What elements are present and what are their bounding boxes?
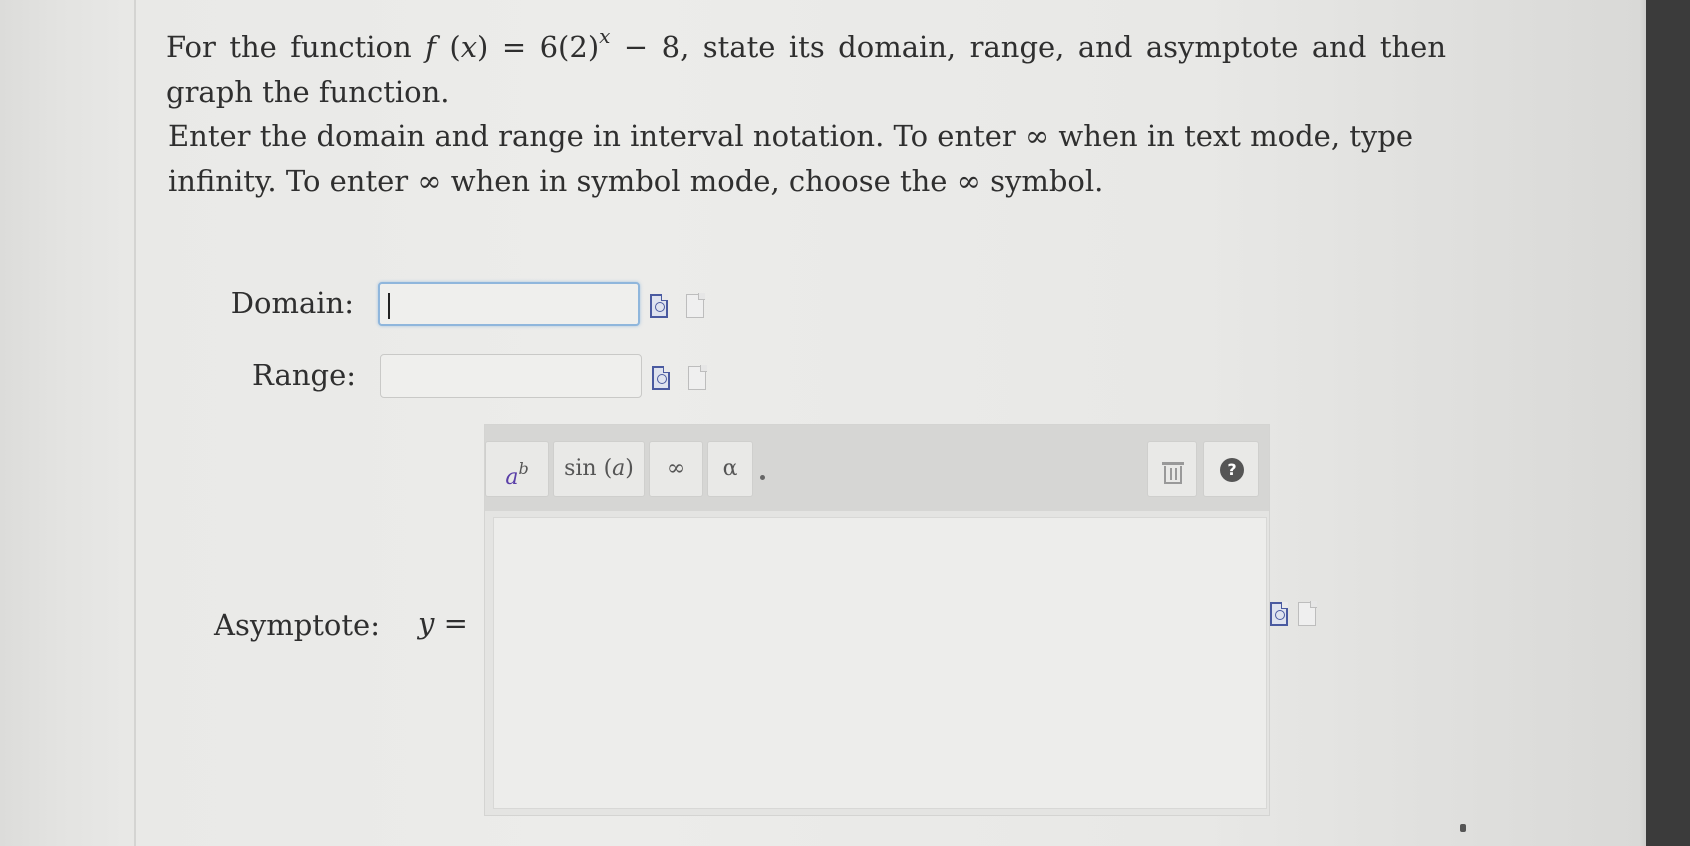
function-exponent: x (599, 24, 611, 48)
right-dark-edge (1646, 0, 1690, 846)
asymptote-y: y (418, 606, 435, 640)
sin-suffix: ) (625, 456, 634, 481)
preview-doc-icon[interactable] (1270, 602, 1288, 626)
asymptote-label: Asymptote: (214, 608, 380, 642)
more-indicator (760, 475, 765, 480)
power-exp: b (518, 459, 529, 478)
preview-doc-icon[interactable] (652, 366, 670, 390)
asymptote-prefix: y = (418, 606, 468, 640)
blank-doc-icon[interactable] (688, 365, 707, 390)
stray-mark (1460, 824, 1466, 832)
function-coef: 6(2) (539, 30, 600, 64)
blank-doc-icon[interactable] (1298, 601, 1317, 626)
alpha-button[interactable]: α (707, 441, 753, 497)
domain-input[interactable] (378, 282, 640, 326)
asymptote-equals: = (443, 606, 468, 640)
trash-icon[interactable] (1147, 441, 1197, 497)
domain-label: Domain: (230, 286, 354, 320)
preview-doc-icon[interactable] (650, 294, 668, 318)
text-caret (388, 292, 390, 319)
page-left-edge (134, 0, 136, 846)
sin-prefix: sin ( (564, 456, 613, 481)
sin-arg: a (612, 456, 626, 481)
function-var: x (460, 30, 478, 64)
math-toolbar: ab sin (a) ∞ α ? (485, 425, 1269, 511)
power-base: a (505, 465, 519, 490)
function-name: f (425, 30, 436, 64)
instructions: Enter the domain and range in interval n… (168, 119, 1414, 198)
infinity-button[interactable]: ∞ (649, 441, 703, 497)
question-text: For the function f (x) = 6(2)x − 8, stat… (166, 24, 1447, 109)
question-lead: For the function (166, 30, 412, 64)
range-input[interactable] (380, 354, 642, 398)
help-glyph: ? (1220, 458, 1244, 482)
help-icon[interactable]: ? (1203, 441, 1259, 497)
function-tail: − 8 (623, 30, 681, 64)
range-label: Range: (252, 358, 356, 392)
math-editor: ab sin (a) ∞ α ? (484, 424, 1270, 816)
blank-doc-icon[interactable] (686, 293, 705, 318)
asymptote-input-area[interactable] (493, 517, 1267, 809)
sin-button[interactable]: sin (a) (553, 441, 645, 497)
power-button[interactable]: ab (485, 441, 549, 497)
